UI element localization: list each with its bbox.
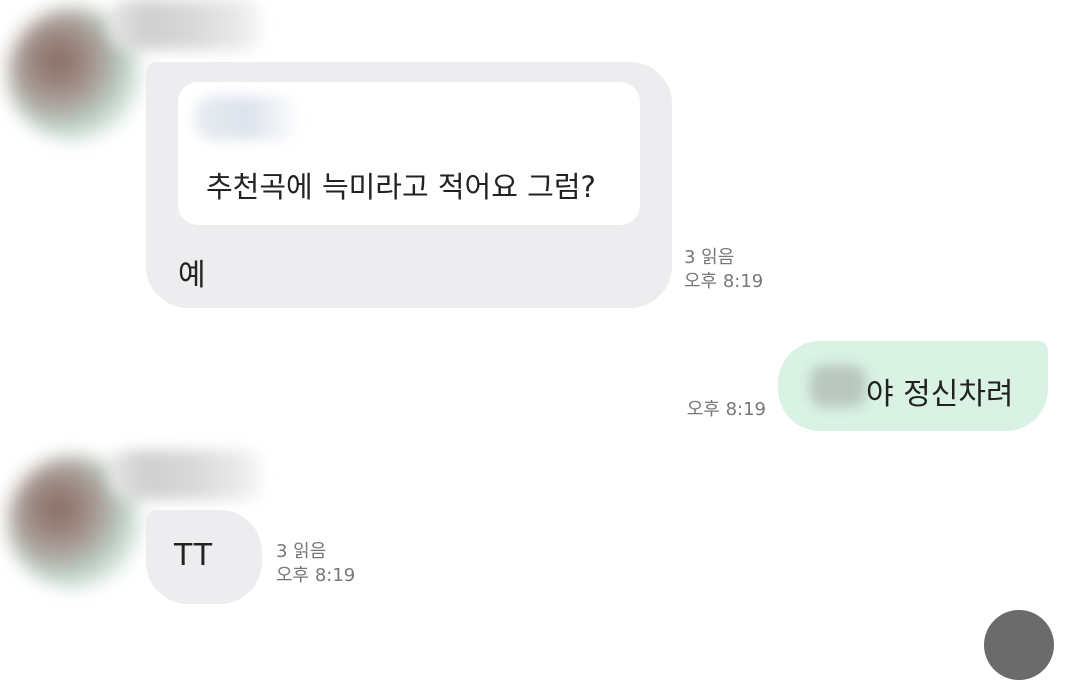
message-meta: 오후 8:19 xyxy=(660,398,766,422)
quoted-message-text: 추천곡에 늑미라고 적어요 그럼? xyxy=(206,170,596,204)
message-time: 오후 8:19 xyxy=(686,399,766,420)
message-text: TT xyxy=(174,538,215,573)
message-time: 오후 8:19 xyxy=(684,271,764,292)
quoted-message-card[interactable]: 추천곡에 늑미라고 적어요 그럼? xyxy=(178,82,640,225)
message-bubble[interactable]: TT xyxy=(146,510,262,604)
message-text: 예 xyxy=(178,258,206,293)
sender-name-blurred xyxy=(108,0,268,50)
sender-name-blurred xyxy=(108,450,268,500)
quoted-sender-blurred xyxy=(194,96,302,140)
message-meta: 3 읽음 오후 8:19 xyxy=(276,540,355,588)
message-meta: 3 읽음 오후 8:19 xyxy=(684,246,763,294)
message-bubble-sent[interactable]: 야 정신차려 xyxy=(778,341,1048,431)
message-text: 야 정신차려 xyxy=(866,377,1014,412)
mention-blurred xyxy=(810,365,866,407)
scroll-down-icon[interactable] xyxy=(984,610,1054,680)
read-count: 3 읽음 xyxy=(684,247,735,268)
message-time: 오후 8:19 xyxy=(276,565,356,586)
read-count: 3 읽음 xyxy=(276,541,327,562)
